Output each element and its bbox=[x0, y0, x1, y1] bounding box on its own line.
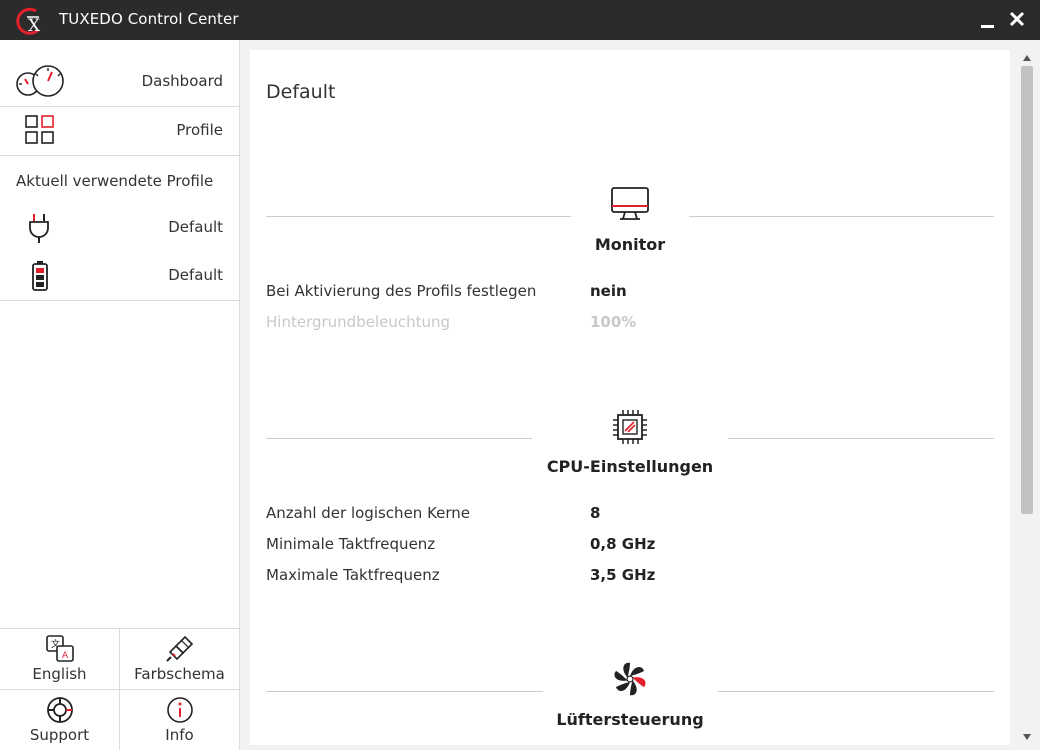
tuxedo-logo-icon: X bbox=[16, 7, 41, 36]
scroll-down-arrow-icon[interactable] bbox=[1023, 734, 1031, 740]
language-label: English bbox=[32, 665, 87, 683]
sidebar-divider bbox=[0, 300, 239, 301]
page-title: Default bbox=[266, 81, 336, 103]
setting-label: Hintergrundbeleuchtung bbox=[266, 313, 451, 331]
battery-icon bbox=[32, 261, 48, 291]
setting-value: 100% bbox=[590, 313, 637, 331]
divider bbox=[266, 691, 543, 692]
setting-value: 3,5 GHz bbox=[590, 566, 656, 584]
setting-value: 0,8 GHz bbox=[590, 535, 656, 553]
info-icon bbox=[166, 697, 193, 723]
info-label: Info bbox=[165, 726, 194, 744]
section-monitor-header: Monitor bbox=[266, 186, 994, 266]
active-profile-ac[interactable]: Default bbox=[0, 206, 239, 250]
color-scheme-label: Farbschema bbox=[134, 665, 225, 683]
setting-row: Anzahl der logischen Kerne 8 bbox=[266, 504, 866, 526]
scrollbar-thumb[interactable] bbox=[1021, 66, 1033, 514]
close-icon[interactable] bbox=[1006, 8, 1028, 30]
svg-text:A: A bbox=[62, 651, 69, 661]
grid-icon bbox=[25, 115, 54, 144]
section-heading: CPU-Einstellungen bbox=[546, 457, 714, 476]
setting-label: Maximale Taktfrequenz bbox=[266, 566, 440, 584]
nav-label: Profile bbox=[176, 121, 223, 139]
section-fan-header: Lüftersteuerung bbox=[266, 661, 994, 741]
support-button[interactable]: Support bbox=[0, 690, 120, 750]
sidebar: Dashboard Profile Aktuell verwendete Pro… bbox=[0, 40, 240, 750]
speedometer-icon bbox=[16, 65, 64, 97]
setting-value: 8 bbox=[590, 504, 601, 522]
divider bbox=[266, 216, 571, 217]
title-bar: X TUXEDO Control Center bbox=[0, 0, 1040, 40]
fan-icon bbox=[614, 662, 646, 696]
profile-detail-panel: Default Monitor Bei Aktivierung des Prof… bbox=[250, 50, 1010, 745]
setting-label: Anzahl der logischen Kerne bbox=[266, 504, 471, 522]
setting-label: Minimale Taktfrequenz bbox=[266, 535, 436, 553]
monitor-icon bbox=[611, 187, 649, 220]
nav-label: Dashboard bbox=[141, 72, 223, 90]
minimize-button[interactable] bbox=[978, 10, 998, 30]
divider bbox=[266, 438, 532, 439]
divider bbox=[689, 216, 994, 217]
setting-value: nein bbox=[590, 282, 627, 300]
cpu-chip-icon bbox=[613, 410, 647, 444]
section-cpu-header: CPU-Einstellungen bbox=[266, 408, 994, 488]
support-label: Support bbox=[29, 726, 90, 744]
lifebuoy-icon bbox=[46, 697, 73, 723]
divider bbox=[718, 691, 994, 692]
active-profile-label: Default bbox=[168, 266, 223, 284]
window-title: TUXEDO Control Center bbox=[59, 10, 239, 28]
color-scheme-button[interactable]: Farbschema bbox=[120, 629, 239, 690]
nav-dashboard[interactable]: Dashboard bbox=[0, 58, 239, 107]
scroll-up-arrow-icon[interactable] bbox=[1023, 55, 1031, 61]
language-button[interactable]: 文 A English bbox=[0, 629, 120, 690]
active-profiles-heading: Aktuell verwendete Profile bbox=[16, 172, 214, 190]
svg-text:X: X bbox=[28, 16, 41, 36]
setting-row: Minimale Taktfrequenz 0,8 GHz bbox=[266, 535, 866, 557]
vertical-scrollbar[interactable] bbox=[1018, 50, 1036, 746]
active-profile-label: Default bbox=[168, 218, 223, 236]
divider bbox=[728, 438, 994, 439]
nav-profile[interactable]: Profile bbox=[0, 107, 239, 156]
power-plug-icon bbox=[29, 214, 49, 243]
setting-label: Bei Aktivierung des Profils festlegen bbox=[266, 282, 537, 300]
section-heading: Lüftersteuerung bbox=[556, 710, 704, 729]
setting-row: Maximale Taktfrequenz 3,5 GHz bbox=[266, 566, 866, 588]
active-profile-battery[interactable]: Default bbox=[0, 254, 239, 298]
setting-row-disabled: Hintergrundbeleuchtung 100% bbox=[266, 313, 866, 335]
paintbrush-icon bbox=[165, 635, 193, 662]
section-heading: Monitor bbox=[594, 235, 666, 254]
translate-icon: 文 A bbox=[45, 635, 74, 662]
setting-row: Bei Aktivierung des Profils festlegen ne… bbox=[266, 282, 866, 304]
info-button[interactable]: Info bbox=[120, 690, 239, 750]
sidebar-bottom-menu: 文 A English Farbschema Support Info bbox=[0, 628, 239, 750]
